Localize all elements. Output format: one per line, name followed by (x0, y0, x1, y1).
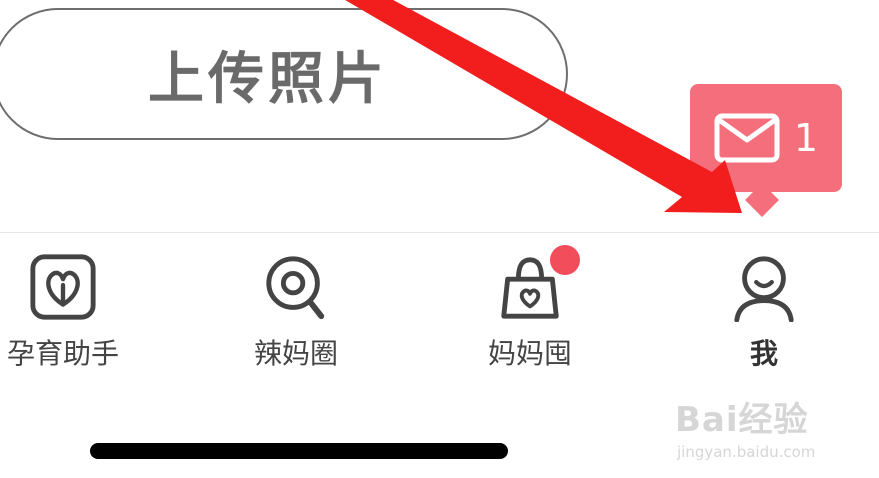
home-indicator (90, 443, 508, 459)
watermark-main: Bai经验 (675, 400, 809, 440)
watermark-sub: jingyan.baidu.com (677, 443, 816, 461)
watermark-logo: Bai经验 jingyan.baidu.com (675, 392, 835, 462)
